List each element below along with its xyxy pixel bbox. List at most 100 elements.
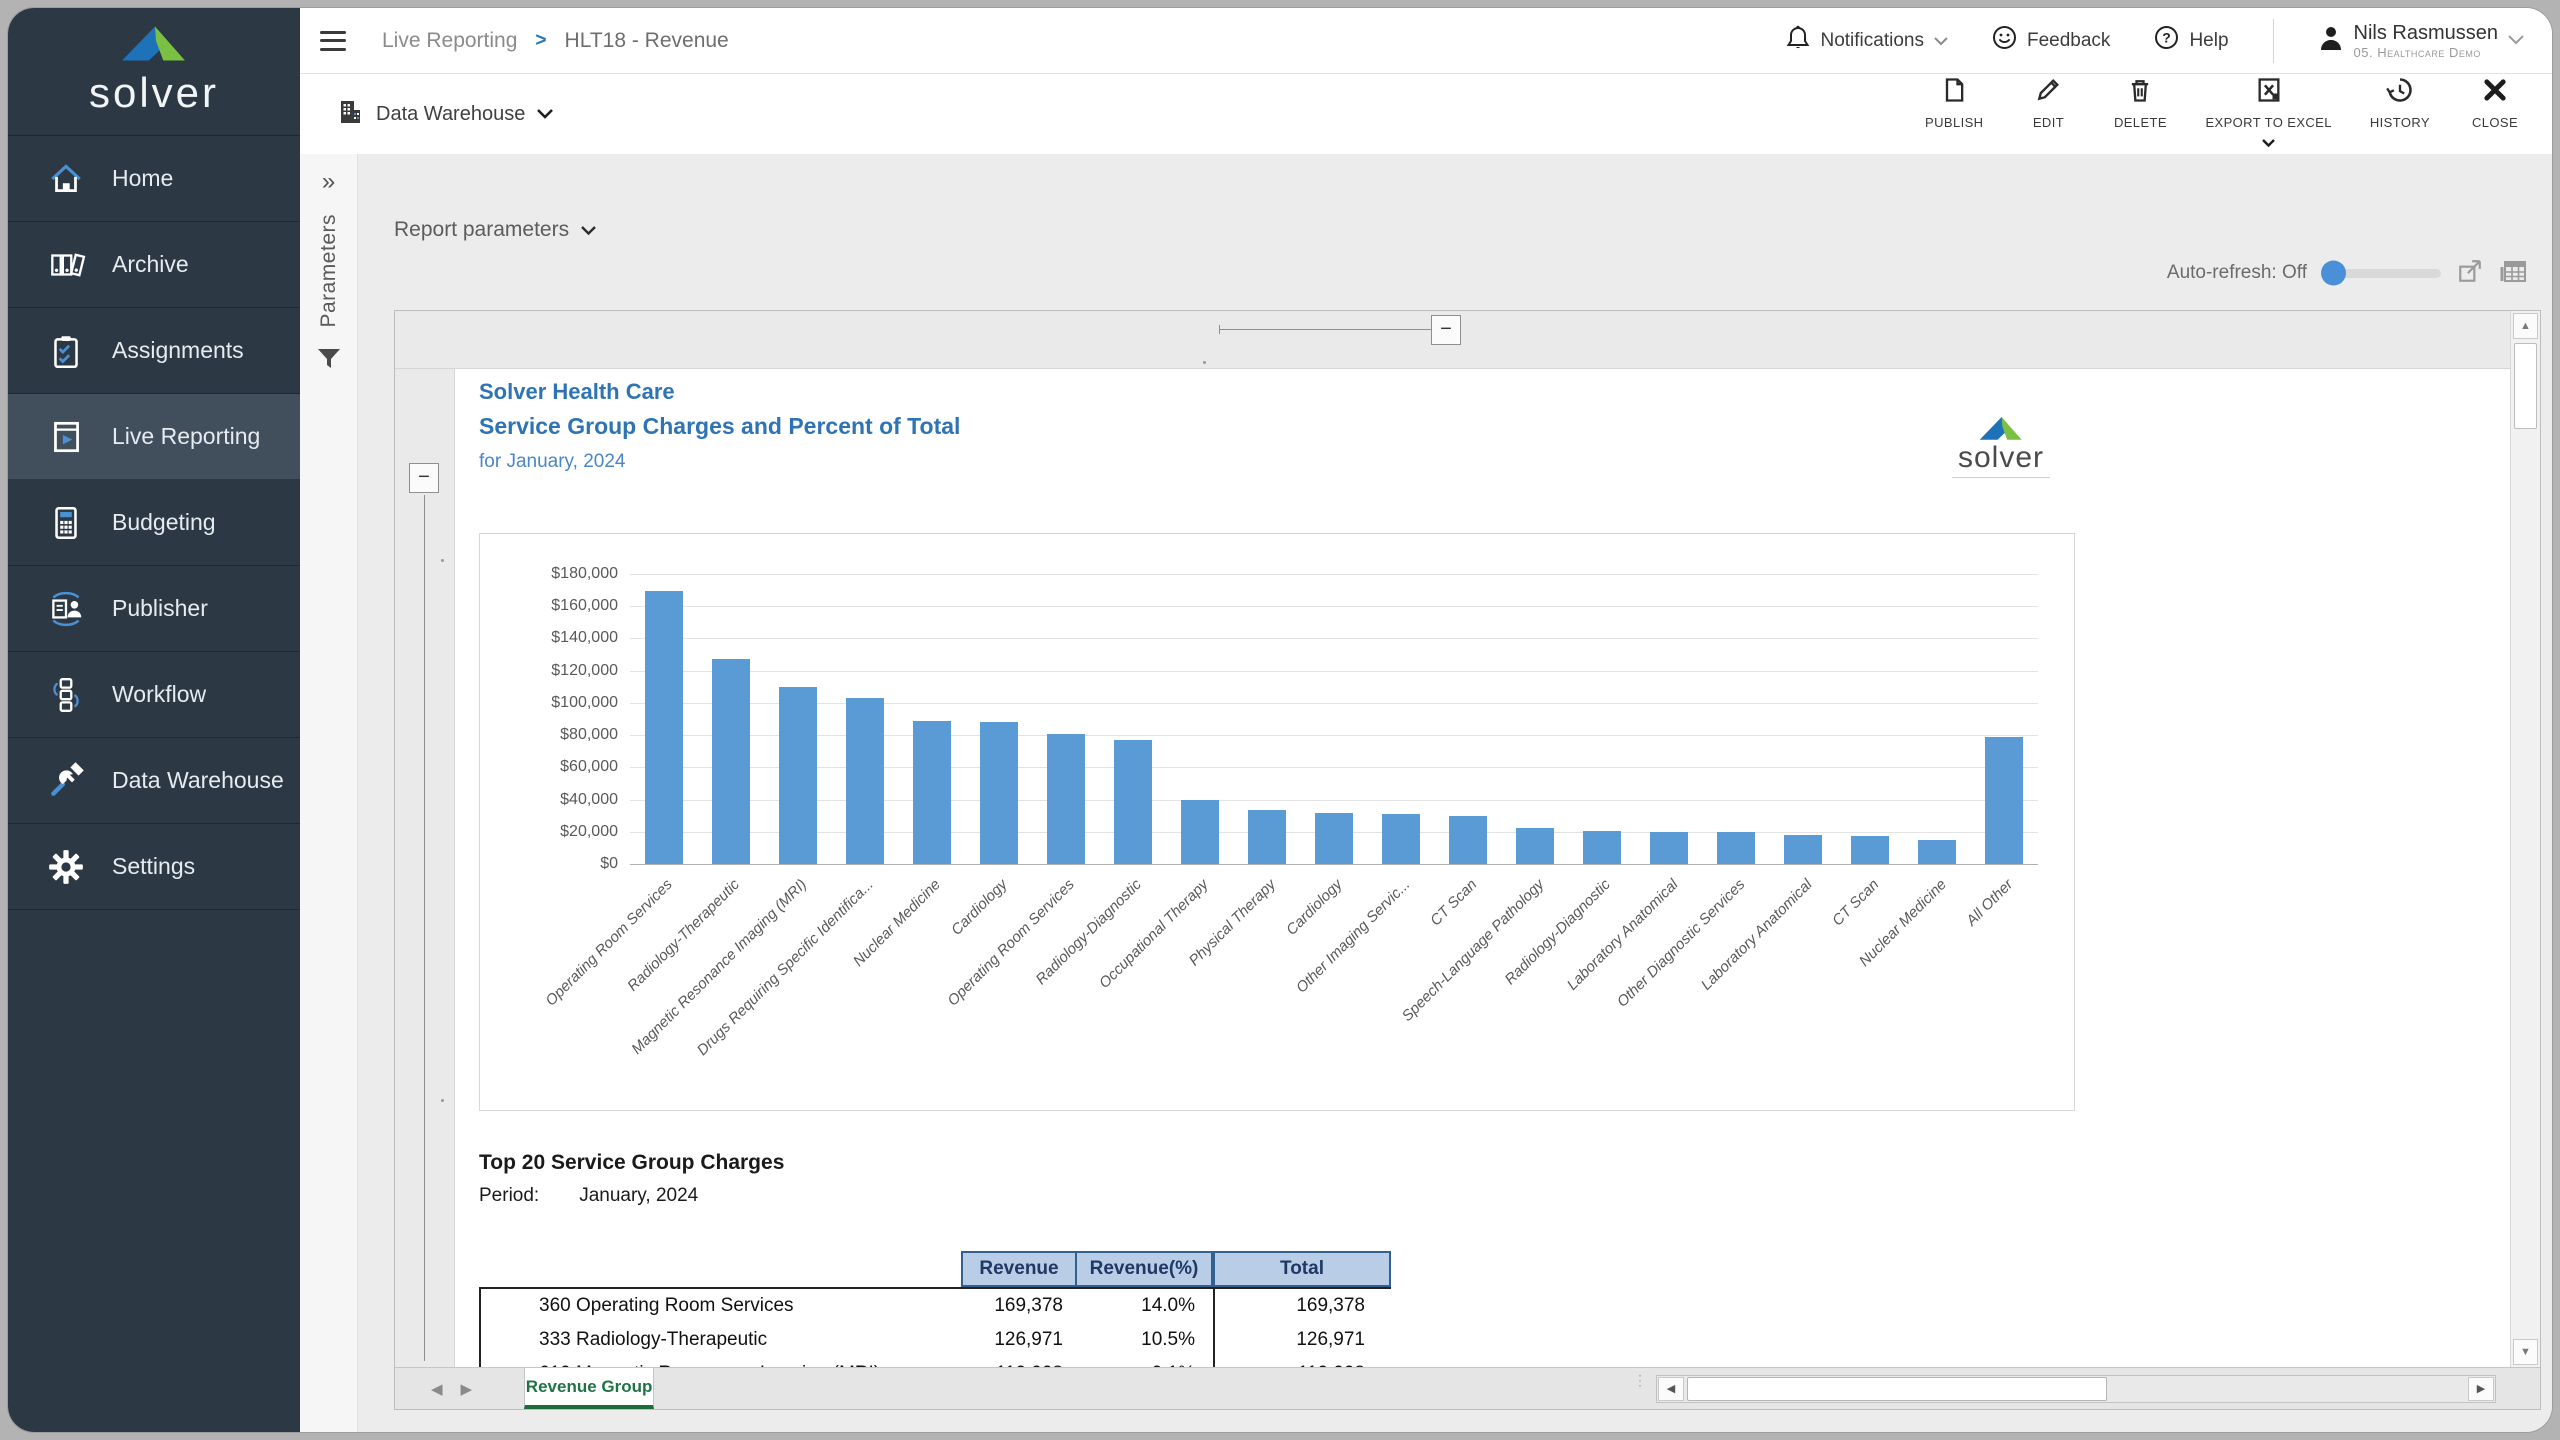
chart-gridline: [630, 703, 2038, 704]
next-sheet-icon[interactable]: ▶: [461, 1380, 473, 1398]
history-button[interactable]: HISTORY: [2370, 76, 2430, 130]
history-icon: [2386, 76, 2414, 109]
collapse-rows-button[interactable]: −: [409, 463, 439, 493]
notifications-button[interactable]: Notifications: [1786, 25, 1948, 57]
horizontal-scroll-thumb[interactable]: [1687, 1377, 2107, 1401]
expand-panel-icon[interactable]: »: [322, 168, 335, 196]
chevron-down-icon: [2262, 134, 2275, 152]
bar-laboratory-anatomical: [1784, 835, 1822, 864]
user-name: Nils Rasmussen: [2354, 22, 2498, 45]
feedback-button[interactable]: Feedback: [1992, 25, 2110, 56]
bar-nuclear-medicine: [1918, 840, 1956, 864]
publish-button[interactable]: PUBLISH: [1925, 76, 1983, 130]
auto-refresh-knob[interactable]: [2321, 261, 2346, 286]
sidebar-item-label: Budgeting: [112, 509, 216, 536]
scroll-down-button[interactable]: ▼: [2513, 1339, 2538, 1365]
delete-button[interactable]: DELETE: [2113, 76, 2167, 130]
user-chevron-down-icon: [2508, 32, 2524, 50]
sidebar-item-home[interactable]: Home: [8, 136, 300, 222]
vertical-scrollbar[interactable]: ▲ ▼: [2510, 311, 2540, 1367]
breadcrumb-current: HLT18 - Revenue: [565, 29, 729, 53]
column-header-revenue: Revenue(%): [1077, 1251, 1213, 1287]
scroll-left-button[interactable]: ◀: [1658, 1377, 1684, 1401]
sidebar-item-settings[interactable]: Settings: [8, 824, 300, 910]
bar-other-imaging-servic: [1382, 814, 1420, 864]
period-label: Period:: [479, 1185, 539, 1211]
cell-pct: 9.1%: [1077, 1357, 1213, 1367]
prev-sheet-icon[interactable]: ◀: [431, 1380, 443, 1398]
table-period-row: Period: January, 2024: [479, 1185, 2510, 1211]
bar-speech-language-pathology: [1516, 828, 1554, 864]
excel-icon: [2255, 76, 2283, 109]
report-toolbar: Data Warehouse PUBLISH EDIT DELETE EXPORT T…: [300, 74, 2552, 154]
bar-physical-therapy: [1248, 810, 1286, 864]
sheet-tab-strip: ◀ ▶ Revenue Group ⋮ ◀ ▶: [395, 1367, 2540, 1409]
y-axis-tick-label: $80,000: [480, 726, 618, 744]
bar-chart: $0$20,000$40,000$60,000$80,000$100,000$1…: [479, 533, 2075, 1111]
popout-icon[interactable]: [2457, 258, 2483, 289]
sidebar-item-budgeting[interactable]: Budgeting: [8, 480, 300, 566]
filter-funnel-icon[interactable]: [317, 348, 341, 375]
bar-operating-room-services: [645, 591, 683, 864]
bar-nuclear-medicine: [913, 721, 951, 864]
sidebar-item-live-reporting[interactable]: Live Reporting: [8, 394, 300, 480]
breadcrumb: Live Reporting > HLT18 - Revenue: [382, 29, 729, 53]
bar-cardiology: [1315, 813, 1353, 864]
cell-tot: 126,971: [1213, 1323, 1391, 1357]
chart-baseline: [630, 864, 2038, 865]
toolbar-button-label: CLOSE: [2472, 115, 2518, 130]
x-axis-label: Cardiology: [1283, 876, 1346, 939]
splitter-handle-icon[interactable]: ⋮: [1633, 1376, 1647, 1385]
x-axis-label: Radiology-Therapeutic: [624, 876, 743, 995]
user-menu[interactable]: Nils Rasmussen 05. Healthcare Demo: [2318, 22, 2524, 60]
notifications-label: Notifications: [1820, 30, 1924, 52]
report-parameters-toggle[interactable]: Report parameters: [394, 218, 2541, 242]
settings-icon: [46, 847, 86, 887]
scroll-right-button[interactable]: ▶: [2468, 1377, 2494, 1401]
sidebar-item-workflow[interactable]: Workflow: [8, 652, 300, 738]
y-axis-tick-label: $100,000: [480, 694, 618, 712]
topbar-divider: [2273, 19, 2274, 63]
bar-operating-room-services: [1047, 734, 1085, 864]
close-button[interactable]: CLOSE: [2468, 76, 2522, 130]
sidebar-item-archive[interactable]: Archive: [8, 222, 300, 308]
grid-view-icon[interactable]: [2499, 258, 2527, 289]
horizontal-scrollbar[interactable]: ◀ ▶: [1656, 1375, 2496, 1403]
sheet-tab-revenue-group[interactable]: Revenue Group: [524, 1368, 654, 1409]
report-viewer: − − Solver Health Care Service Group Cha…: [394, 310, 2541, 1410]
period-value: January, 2024: [579, 1185, 698, 1211]
solver-logo-text: solver: [89, 69, 219, 117]
report-company: Solver Health Care: [479, 379, 2510, 407]
bar-magnetic-resonance-imaging-mri: [779, 687, 817, 864]
toolbar-button-label: EDIT: [2033, 115, 2064, 130]
sidebar-item-label: Home: [112, 165, 173, 192]
auto-refresh-slider[interactable]: [2323, 269, 2441, 278]
breadcrumb-section[interactable]: Live Reporting: [382, 29, 517, 53]
bar-drugs-requiring-specific-identifica: [846, 698, 884, 864]
collapse-columns-button[interactable]: −: [1431, 315, 1461, 345]
y-axis-tick-label: $140,000: [480, 629, 618, 647]
sidebar-item-label: Assignments: [112, 337, 244, 364]
sidebar-item-data-warehouse[interactable]: Data Warehouse: [8, 738, 300, 824]
solver-logo-icon: [121, 24, 187, 67]
parameters-panel: » Parameters: [300, 154, 358, 1432]
outline-group-line: [1219, 329, 1441, 330]
building-icon: [336, 98, 364, 131]
sidebar-item-assignments[interactable]: Assignments: [8, 308, 300, 394]
bar-all-other: [1985, 737, 2023, 864]
outline-row-line: [424, 495, 425, 1361]
x-axis-label: Operating Room Services: [944, 876, 1077, 1009]
vertical-scroll-thumb[interactable]: [2514, 343, 2537, 429]
data-source-select[interactable]: Data Warehouse: [336, 98, 553, 131]
home-icon: [46, 159, 86, 199]
report-viewer-body: − − Solver Health Care Service Group Cha…: [395, 311, 2540, 1367]
menu-toggle-icon[interactable]: [320, 31, 346, 51]
edit-button[interactable]: EDIT: [2021, 76, 2075, 130]
sidebar-item-publisher[interactable]: Publisher: [8, 566, 300, 652]
x-axis-label: Laboratory Anatomical: [1564, 876, 1682, 994]
help-button[interactable]: ? Help: [2154, 25, 2228, 56]
export-to-excel-button[interactable]: EXPORT TO EXCEL: [2205, 76, 2331, 152]
sidebar-item-label: Data Warehouse: [112, 767, 284, 794]
scroll-up-button[interactable]: ▲: [2513, 313, 2538, 339]
chart-gridline: [630, 767, 2038, 768]
